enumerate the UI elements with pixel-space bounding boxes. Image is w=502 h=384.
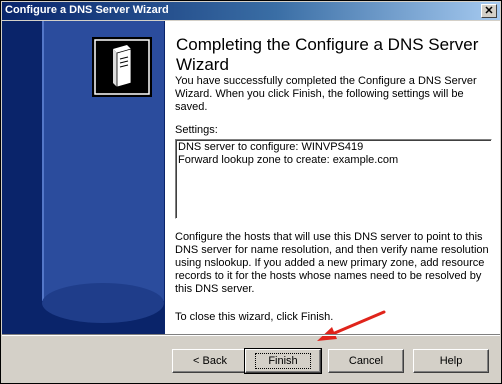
help-button-label: Help xyxy=(439,354,463,367)
cancel-button-label: Cancel xyxy=(348,354,384,367)
finish-button-label: Finish xyxy=(255,352,311,369)
help-button[interactable]: Help xyxy=(413,349,489,373)
back-button-label: < Back xyxy=(193,354,227,367)
button-separator xyxy=(2,334,500,336)
back-button[interactable]: < Back xyxy=(172,349,248,373)
finish-button[interactable]: Finish xyxy=(244,348,322,374)
cancel-button[interactable]: Cancel xyxy=(328,349,404,373)
wizard-window: Configure a DNS Server Wizard ✕ Completi… xyxy=(0,0,502,384)
annotation-arrow xyxy=(317,310,386,341)
